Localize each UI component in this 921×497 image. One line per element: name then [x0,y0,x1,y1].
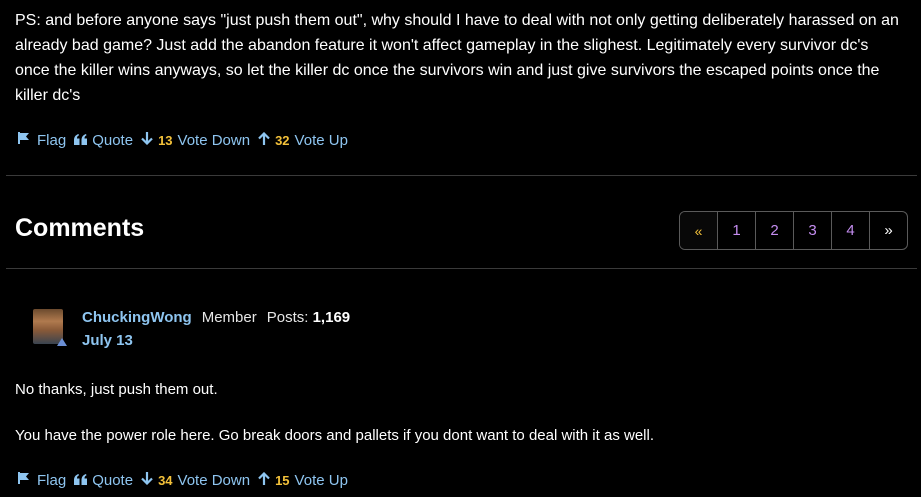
comment-body-line: You have the power role here. Go break d… [15,427,654,444]
pagination: « 1 2 3 4 » [679,211,908,250]
vote-up-button[interactable]: 15 Vote Up [258,471,348,489]
vote-up-count: 15 [275,472,290,488]
arrow-up-icon [258,131,270,149]
arrow-up-icon [258,471,270,489]
flag-icon [17,131,32,149]
flag-button[interactable]: Flag [17,131,66,149]
vote-up-label: Vote Up [294,471,348,489]
avatar[interactable] [33,309,67,346]
flag-label: Flag [37,131,67,149]
flag-button[interactable]: Flag [17,471,66,489]
vote-up-label: Vote Up [294,131,348,149]
comment-role: Member [201,309,257,326]
comment-posts: Posts: 1,169 [267,309,350,326]
flag-label: Flag [37,471,67,489]
vote-up-button[interactable]: 32 Vote Up [258,131,348,149]
arrow-down-icon [141,471,153,489]
quote-button[interactable]: Quote [74,132,133,149]
posts-count: 1,169 [312,309,351,326]
vote-down-label: Vote Down [177,131,251,149]
comment-actions: Flag Quote 34 Vote Down 15 Vote Up [17,471,356,489]
vote-up-count: 32 [275,132,290,148]
vote-down-count: 34 [158,472,173,488]
quote-icon [74,472,88,489]
posts-label: Posts: [266,309,309,326]
pagination-prev[interactable]: « [680,212,717,249]
pagination-page-2[interactable]: 2 [755,212,793,249]
pagination-page-4[interactable]: 4 [831,212,869,249]
vote-down-button[interactable]: 13 Vote Down [141,131,251,149]
post-body: PS: and before anyone says "just push th… [15,12,899,104]
vote-down-label: Vote Down [177,471,251,489]
divider [6,175,917,176]
comment-body-line: No thanks, just push them out. [15,381,218,398]
rank-badge-icon [57,338,67,346]
vote-down-button[interactable]: 34 Vote Down [141,471,251,489]
flag-icon [17,471,32,489]
pagination-next[interactable]: » [869,212,907,249]
comments-heading: Comments [15,214,145,242]
quote-label: Quote [92,471,134,489]
comment-username[interactable]: ChuckingWong [82,309,192,326]
comment-meta: ChuckingWong Member Posts: 1,169 July 13 [82,309,350,350]
arrow-down-icon [141,131,153,149]
pagination-page-1[interactable]: 1 [717,212,755,249]
post-actions: Flag Quote 13 Vote Down 32 Vote Up [17,131,356,149]
pagination-page-3[interactable]: 3 [793,212,831,249]
comment-date[interactable]: July 13 [82,332,350,350]
quote-label: Quote [92,131,134,149]
quote-button[interactable]: Quote [74,472,133,489]
vote-down-count: 13 [158,132,173,148]
quote-icon [74,132,88,149]
divider [6,268,917,269]
